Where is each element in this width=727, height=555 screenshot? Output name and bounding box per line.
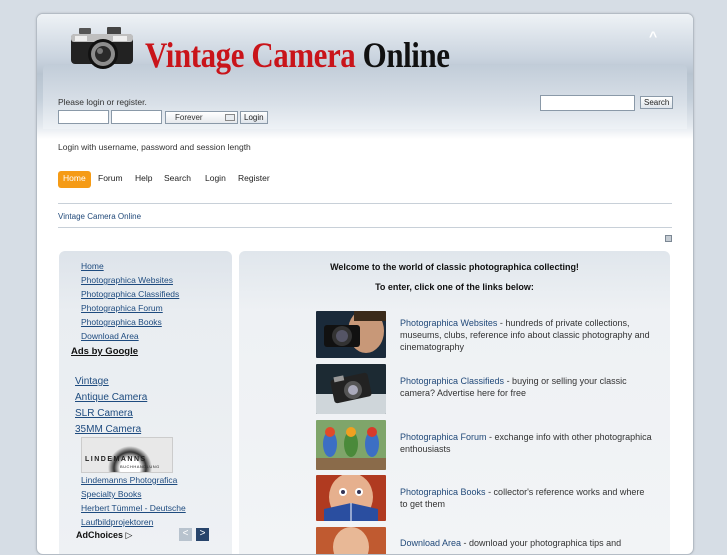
sidebar: Home Photographica Websites Photographic…	[59, 251, 232, 554]
link-photographica-books[interactable]: Photographica Books	[400, 487, 486, 497]
sidebar-link-home[interactable]: Home	[81, 261, 104, 271]
welcome-heading: Welcome to the world of classic photogra…	[330, 262, 579, 272]
ad-prev-button[interactable]: <	[179, 528, 192, 541]
session-length-select[interactable]: Forever	[165, 111, 238, 124]
ad-link-vintage[interactable]: Vintage	[75, 376, 109, 387]
entry-websites: Photographica Websites - hundreds of pri…	[400, 317, 652, 353]
session-length-value: Forever	[175, 113, 203, 122]
sidebar-link-books[interactable]: Photographica Books	[81, 317, 162, 327]
photographica-classifieds-image[interactable]	[316, 364, 386, 414]
link-photographica-forum[interactable]: Photographica Forum	[400, 432, 487, 442]
lindemanns-logo-subtext: BUCHHANDLUNG	[120, 464, 160, 469]
link-download-area[interactable]: Download Area	[400, 538, 461, 548]
photographica-books-image[interactable]	[316, 475, 386, 521]
enter-instruction: To enter, click one of the links below:	[375, 282, 534, 292]
main-content: Welcome to the world of classic photogra…	[239, 251, 670, 555]
page-container: ^ Vintage Camera Online Please login or …	[36, 13, 694, 555]
nav-search[interactable]: Search	[164, 171, 191, 188]
sponsor-link-specialty-books[interactable]: Specialty Books	[81, 489, 141, 499]
adchoices-icon: ▷	[125, 530, 133, 540]
photographica-forum-image[interactable]	[316, 420, 386, 470]
site-title-online: Online	[362, 35, 450, 75]
sidebar-link-download[interactable]: Download Area	[81, 331, 139, 341]
nav-home[interactable]: Home	[58, 171, 91, 188]
ad-next-button[interactable]: >	[196, 528, 209, 541]
adchoices-label: AdChoices	[76, 530, 124, 540]
photographica-websites-image[interactable]	[316, 311, 386, 358]
sponsor-link-lindemanns[interactable]: Lindemanns Photografica	[81, 475, 177, 485]
entry-forum: Photographica Forum - exchange info with…	[400, 431, 652, 455]
link-photographica-classifieds[interactable]: Photographica Classifieds	[400, 376, 504, 386]
camera-logo-icon	[71, 27, 133, 69]
ad-link-slr-camera[interactable]: SLR Camera	[75, 408, 133, 419]
adchoices[interactable]: AdChoices ▷	[76, 530, 132, 541]
header: ^ Vintage Camera Online Please login or …	[37, 14, 693, 152]
nav-login[interactable]: Login	[205, 171, 226, 188]
entry-download: Download Area - download your photograph…	[400, 537, 652, 549]
breadcrumb[interactable]: Vintage Camera Online	[58, 212, 141, 221]
username-field[interactable]	[58, 110, 109, 124]
entry-books: Photographica Books - collector's refere…	[400, 486, 652, 510]
search-input[interactable]	[540, 95, 635, 111]
login-button[interactable]: Login	[240, 111, 268, 124]
sidebar-link-classifieds[interactable]: Photographica Classifieds	[81, 289, 179, 299]
lindemanns-logo-text: LINDEMANNS	[85, 456, 147, 463]
ads-by-google-title[interactable]: Ads by Google	[71, 346, 138, 357]
nav-register[interactable]: Register	[238, 171, 270, 188]
entry-classifieds: Photographica Classifieds - buying or se…	[400, 375, 652, 399]
sponsor-link-laufbildprojektoren[interactable]: Laufbildprojektoren	[81, 517, 153, 527]
entry-download-desc: - download your photographica tips and	[461, 538, 622, 548]
sidebar-link-websites[interactable]: Photographica Websites	[81, 275, 173, 285]
toggle-icon[interactable]	[665, 235, 672, 242]
collapse-header-icon[interactable]: ^	[649, 28, 657, 44]
ad-link-antique-camera[interactable]: Antique Camera	[75, 392, 147, 403]
search-button[interactable]: Search	[640, 96, 674, 109]
nav-forum[interactable]: Forum	[98, 171, 123, 188]
link-photographica-websites[interactable]: Photographica Websites	[400, 318, 497, 328]
login-hint: Login with username, password and sessio…	[58, 142, 251, 152]
ad-link-35mm-camera[interactable]: 35MM Camera	[75, 424, 141, 435]
password-field[interactable]	[111, 110, 162, 124]
divider	[58, 227, 672, 228]
login-message: Please login or register.	[58, 97, 147, 107]
site-title[interactable]: Vintage Camera Online	[145, 34, 450, 76]
sidebar-link-forum[interactable]: Photographica Forum	[81, 303, 163, 313]
sponsor-link-herbert-tummel[interactable]: Herbert Tümmel - Deutsche	[81, 503, 186, 513]
divider	[58, 203, 672, 204]
lindemanns-logo[interactable]: LINDEMANNS BUCHHANDLUNG	[81, 437, 173, 473]
nav-help[interactable]: Help	[135, 171, 152, 188]
dropdown-arrow-icon	[225, 114, 235, 121]
download-area-image[interactable]	[316, 527, 386, 555]
site-title-main: Vintage Camera	[145, 35, 356, 75]
